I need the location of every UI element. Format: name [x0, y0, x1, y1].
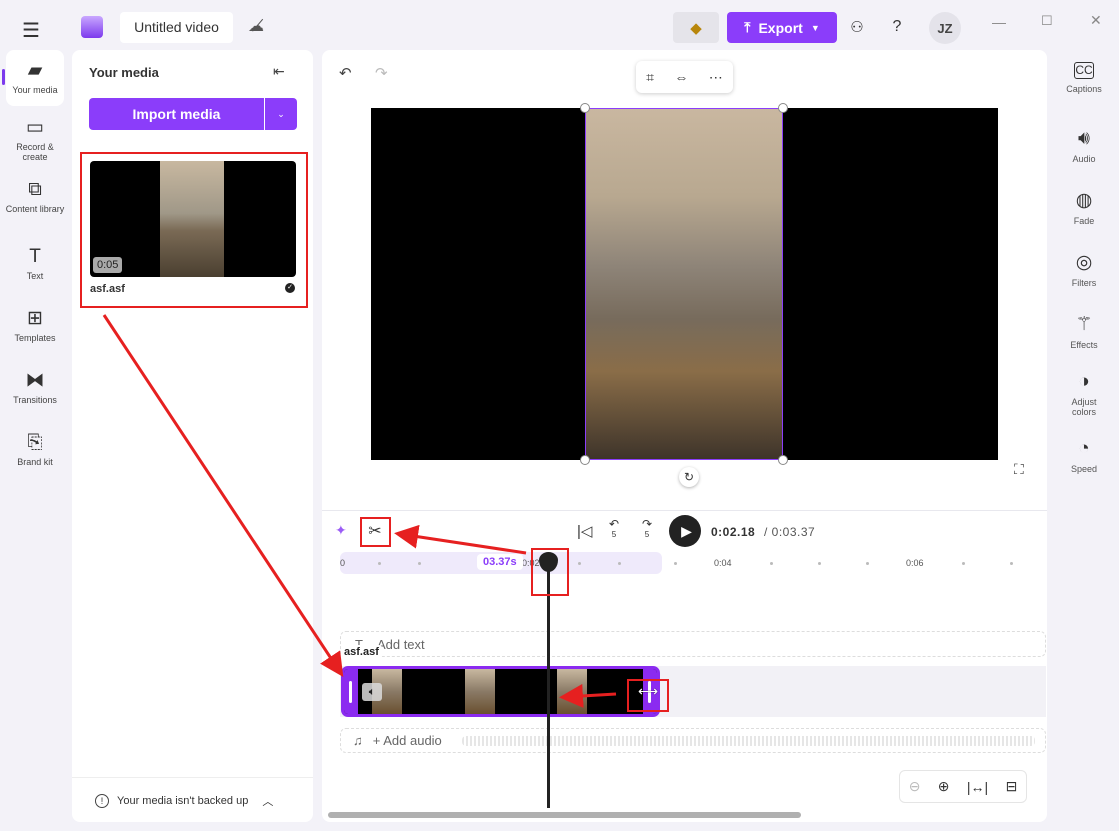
annotation-overlay [80, 152, 669, 712]
annotation-arrow [394, 524, 527, 555]
annotation-box-scissors [360, 517, 391, 547]
annotation-box-media [80, 152, 308, 308]
annotation-box-trim [627, 679, 669, 712]
annotation-arrow [559, 683, 617, 708]
annotation-arrow [102, 314, 344, 678]
annotation-box-playhead [531, 548, 569, 596]
